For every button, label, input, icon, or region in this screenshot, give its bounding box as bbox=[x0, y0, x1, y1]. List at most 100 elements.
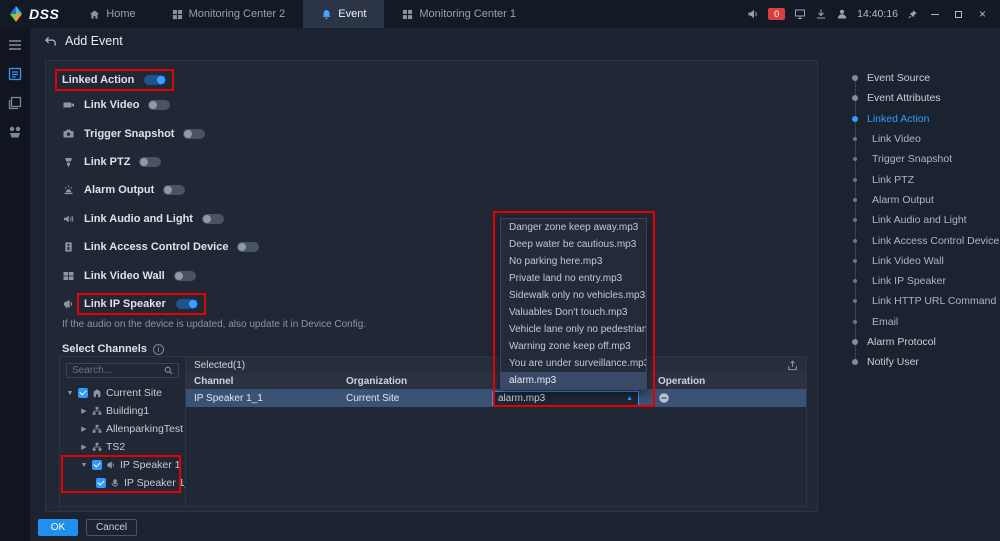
dropdown-option[interactable]: Vehicle lane only no pedestrians.mp3 bbox=[501, 321, 646, 338]
link-row-access-control: Link Access Control Device bbox=[62, 233, 817, 261]
event-config-icon[interactable] bbox=[7, 66, 23, 82]
tree-node-label: AllenparkingTest bbox=[106, 423, 183, 435]
cancel-button[interactable]: Cancel bbox=[86, 519, 137, 536]
step-link-ptz[interactable]: Link PTZ bbox=[852, 169, 1000, 189]
step-dot bbox=[852, 339, 858, 345]
ok-button[interactable]: OK bbox=[38, 519, 78, 536]
close-button[interactable]: × bbox=[975, 6, 990, 22]
tree-node-ip-speaker-1[interactable]: ▼ IP Speaker 1 bbox=[60, 456, 185, 474]
dropdown-option[interactable]: Private land no entry.mp3 bbox=[501, 270, 646, 287]
collapse-icon[interactable]: ▼ bbox=[66, 390, 74, 397]
step-dot bbox=[853, 320, 857, 324]
checkbox-current-site[interactable] bbox=[78, 388, 88, 398]
topbar: DSS Home Monitoring Center 2 Event Monit… bbox=[0, 0, 1000, 28]
tab-label: Monitoring Center 1 bbox=[419, 8, 516, 20]
link-label: Trigger Snapshot bbox=[84, 128, 174, 140]
step-label: Notify User bbox=[867, 356, 919, 368]
volume-icon[interactable] bbox=[747, 8, 759, 20]
checkbox-ip-speaker-1-1[interactable] bbox=[96, 478, 106, 488]
minimize-button[interactable] bbox=[927, 6, 942, 22]
selected-channels-table: Selected(1) Channel Organization Operati… bbox=[186, 357, 806, 506]
dropdown-option[interactable]: Warning zone keep off.mp3 bbox=[501, 338, 646, 355]
user-icon[interactable] bbox=[836, 8, 848, 20]
step-trigger-snapshot[interactable]: Trigger Snapshot bbox=[852, 149, 1000, 169]
dropdown-option[interactable]: Deep water be cautious.mp3 bbox=[501, 236, 646, 253]
minimize-icon bbox=[931, 14, 939, 15]
device-config-note: If the audio on the device is updated, a… bbox=[62, 319, 817, 330]
step-label: Link PTZ bbox=[872, 174, 914, 186]
tab-monitoring-center-2[interactable]: Monitoring Center 2 bbox=[154, 0, 304, 28]
trigger-snapshot-toggle[interactable] bbox=[183, 129, 205, 139]
app-logo-text: DSS bbox=[29, 6, 59, 22]
step-alarm-protocol[interactable]: Alarm Protocol bbox=[852, 332, 1000, 352]
tab-event[interactable]: Event bbox=[303, 0, 384, 28]
maximize-button[interactable] bbox=[951, 6, 966, 22]
download-icon[interactable] bbox=[815, 8, 827, 20]
audio-light-toggle[interactable] bbox=[202, 214, 224, 224]
step-email[interactable]: Email bbox=[852, 312, 1000, 332]
step-linked-action[interactable]: Linked Action bbox=[852, 109, 1000, 129]
alarm-scheme-icon[interactable] bbox=[7, 124, 23, 140]
step-link-video[interactable]: Link Video bbox=[852, 129, 1000, 149]
footer-actions: OK Cancel bbox=[38, 519, 137, 536]
back-icon[interactable] bbox=[44, 35, 57, 48]
step-label: Alarm Output bbox=[872, 194, 934, 206]
pin-icon[interactable] bbox=[907, 9, 918, 20]
collapse-icon[interactable]: ▼ bbox=[80, 462, 88, 469]
link-video-toggle[interactable] bbox=[148, 100, 170, 110]
tree-search-box bbox=[66, 363, 179, 378]
tab-monitoring-center-1[interactable]: Monitoring Center 1 bbox=[384, 0, 534, 28]
tree-node-building1[interactable]: ▶ Building1 bbox=[60, 402, 185, 420]
step-link-http-url[interactable]: Link HTTP URL Command bbox=[852, 291, 1000, 311]
alarm-count-badge[interactable]: 0 bbox=[768, 8, 785, 20]
tab-label: Event bbox=[338, 8, 366, 20]
checkbox-ip-speaker-1[interactable] bbox=[92, 460, 102, 470]
ip-speaker-toggle[interactable] bbox=[176, 299, 198, 309]
dropdown-option[interactable]: Danger zone keep away.mp3 bbox=[501, 219, 646, 236]
audio-light-icon bbox=[62, 213, 75, 225]
dropdown-option[interactable]: Sidewalk only no vehicles.mp3 bbox=[501, 287, 646, 304]
step-notify-user[interactable]: Notify User bbox=[852, 352, 1000, 372]
select-channels-header: Select Channels i bbox=[62, 343, 817, 355]
linked-action-toggle[interactable] bbox=[144, 75, 166, 85]
info-icon[interactable]: i bbox=[153, 344, 164, 355]
dropdown-option[interactable]: Valuables Don't touch.mp3 bbox=[501, 304, 646, 321]
step-dot bbox=[853, 279, 857, 283]
table-row[interactable]: IP Speaker 1_1 Current Site alarm.mp3 ▲ bbox=[186, 389, 806, 407]
step-event-attributes[interactable]: Event Attributes bbox=[852, 88, 1000, 108]
dropdown-option[interactable]: No parking here.mp3 bbox=[501, 253, 646, 270]
link-ptz-toggle[interactable] bbox=[139, 157, 161, 167]
access-control-toggle[interactable] bbox=[237, 242, 259, 252]
alarm-output-toggle[interactable] bbox=[163, 185, 185, 195]
step-link-audio-light[interactable]: Link Audio and Light bbox=[852, 210, 1000, 230]
audio-file-select[interactable]: alarm.mp3 ▲ bbox=[492, 391, 639, 406]
dropdown-option[interactable]: You are under surveillance.mp3 bbox=[501, 355, 646, 372]
link-row-ip-speaker: Link IP Speaker bbox=[62, 290, 817, 318]
video-wall-toggle[interactable] bbox=[174, 271, 196, 281]
tree-node-ip-speaker-1-1[interactable]: IP Speaker 1_1 bbox=[60, 474, 185, 492]
expand-icon[interactable]: ▶ bbox=[80, 425, 88, 433]
monitor-grid-icon bbox=[402, 9, 413, 20]
expand-icon[interactable]: ▶ bbox=[80, 407, 88, 415]
remove-row-icon[interactable] bbox=[658, 392, 670, 404]
step-link-access-control[interactable]: Link Access Control Device bbox=[852, 230, 1000, 250]
link-label: Link Video bbox=[84, 99, 139, 111]
menu-icon[interactable] bbox=[7, 37, 23, 53]
step-event-source[interactable]: Event Source bbox=[852, 68, 1000, 88]
step-dot bbox=[853, 218, 857, 222]
step-link-video-wall[interactable]: Link Video Wall bbox=[852, 251, 1000, 271]
export-icon[interactable] bbox=[787, 360, 798, 371]
monitor-wall-icon[interactable] bbox=[794, 8, 806, 20]
tree-node-current-site[interactable]: ▼ Current Site bbox=[60, 384, 185, 402]
resource-icon[interactable] bbox=[7, 95, 23, 111]
dropdown-option-selected[interactable]: alarm.mp3 bbox=[501, 372, 646, 389]
search-input[interactable] bbox=[72, 365, 160, 376]
clock: 14:40:16 bbox=[857, 8, 898, 20]
tree-node-allenparkingtest[interactable]: ▶ AllenparkingTest bbox=[60, 420, 185, 438]
step-alarm-output[interactable]: Alarm Output bbox=[852, 190, 1000, 210]
step-link-ip-speaker[interactable]: Link IP Speaker bbox=[852, 271, 1000, 291]
tab-home[interactable]: Home bbox=[71, 0, 153, 28]
tree-node-ts2[interactable]: ▶ TS2 bbox=[60, 438, 185, 456]
column-header-organization: Organization bbox=[338, 376, 492, 387]
expand-icon[interactable]: ▶ bbox=[80, 443, 88, 451]
